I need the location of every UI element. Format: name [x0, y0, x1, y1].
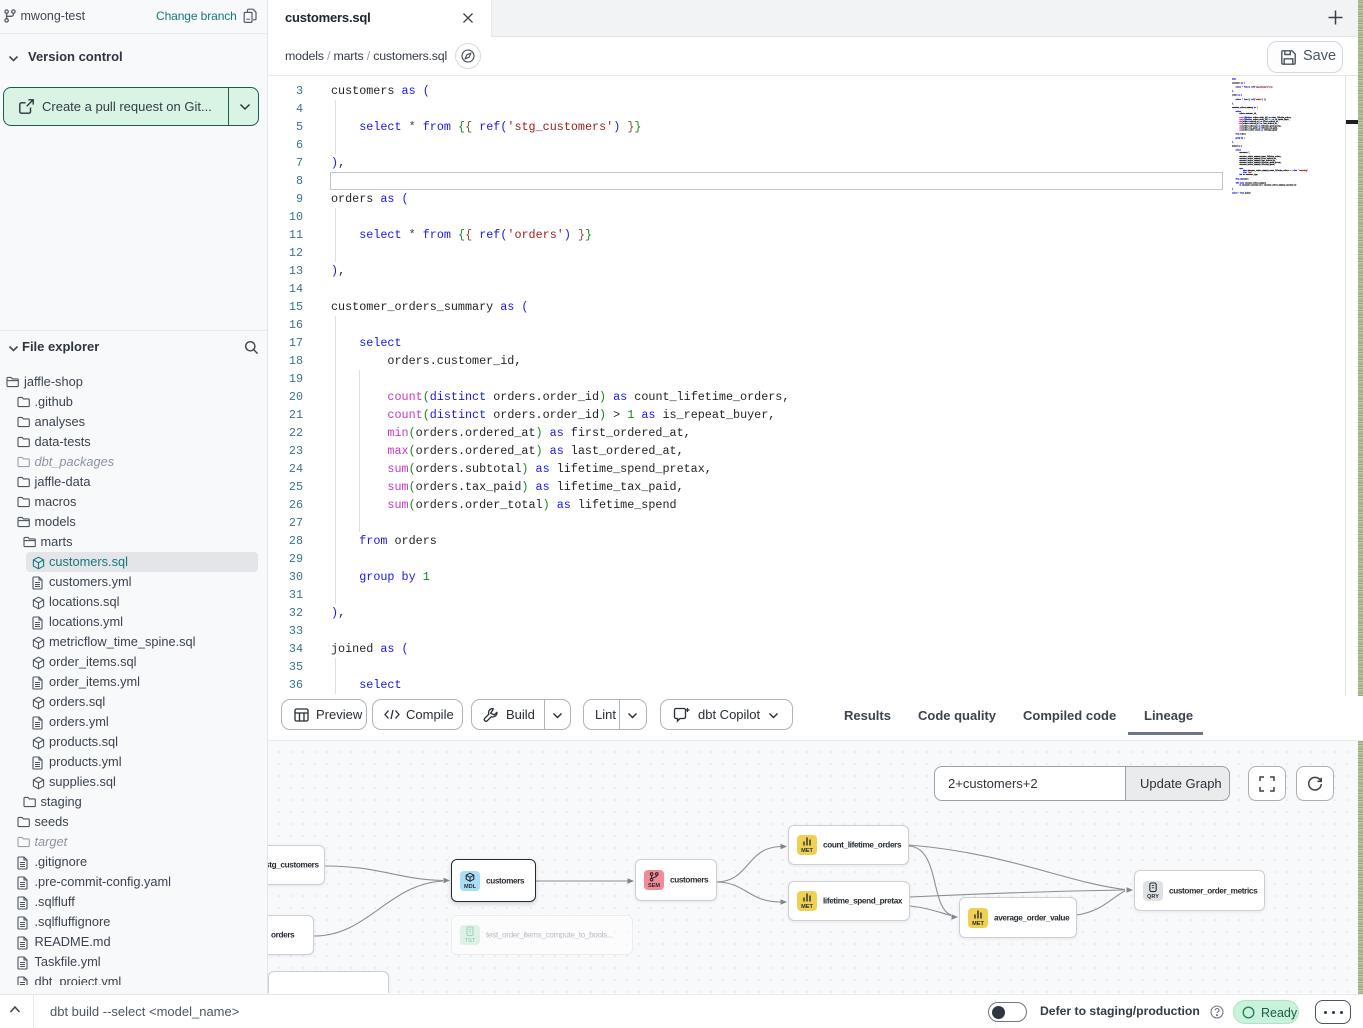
- svg-text:SEM: SEM: [648, 883, 660, 889]
- svg-text:MDL: MDL: [464, 884, 477, 890]
- svg-text:TST: TST: [465, 938, 476, 944]
- svg-text:MET: MET: [801, 904, 813, 910]
- svg-text:MET: MET: [972, 921, 984, 927]
- svg-text:MET: MET: [801, 848, 813, 854]
- svg-text:QRY: QRY: [1147, 894, 1159, 900]
